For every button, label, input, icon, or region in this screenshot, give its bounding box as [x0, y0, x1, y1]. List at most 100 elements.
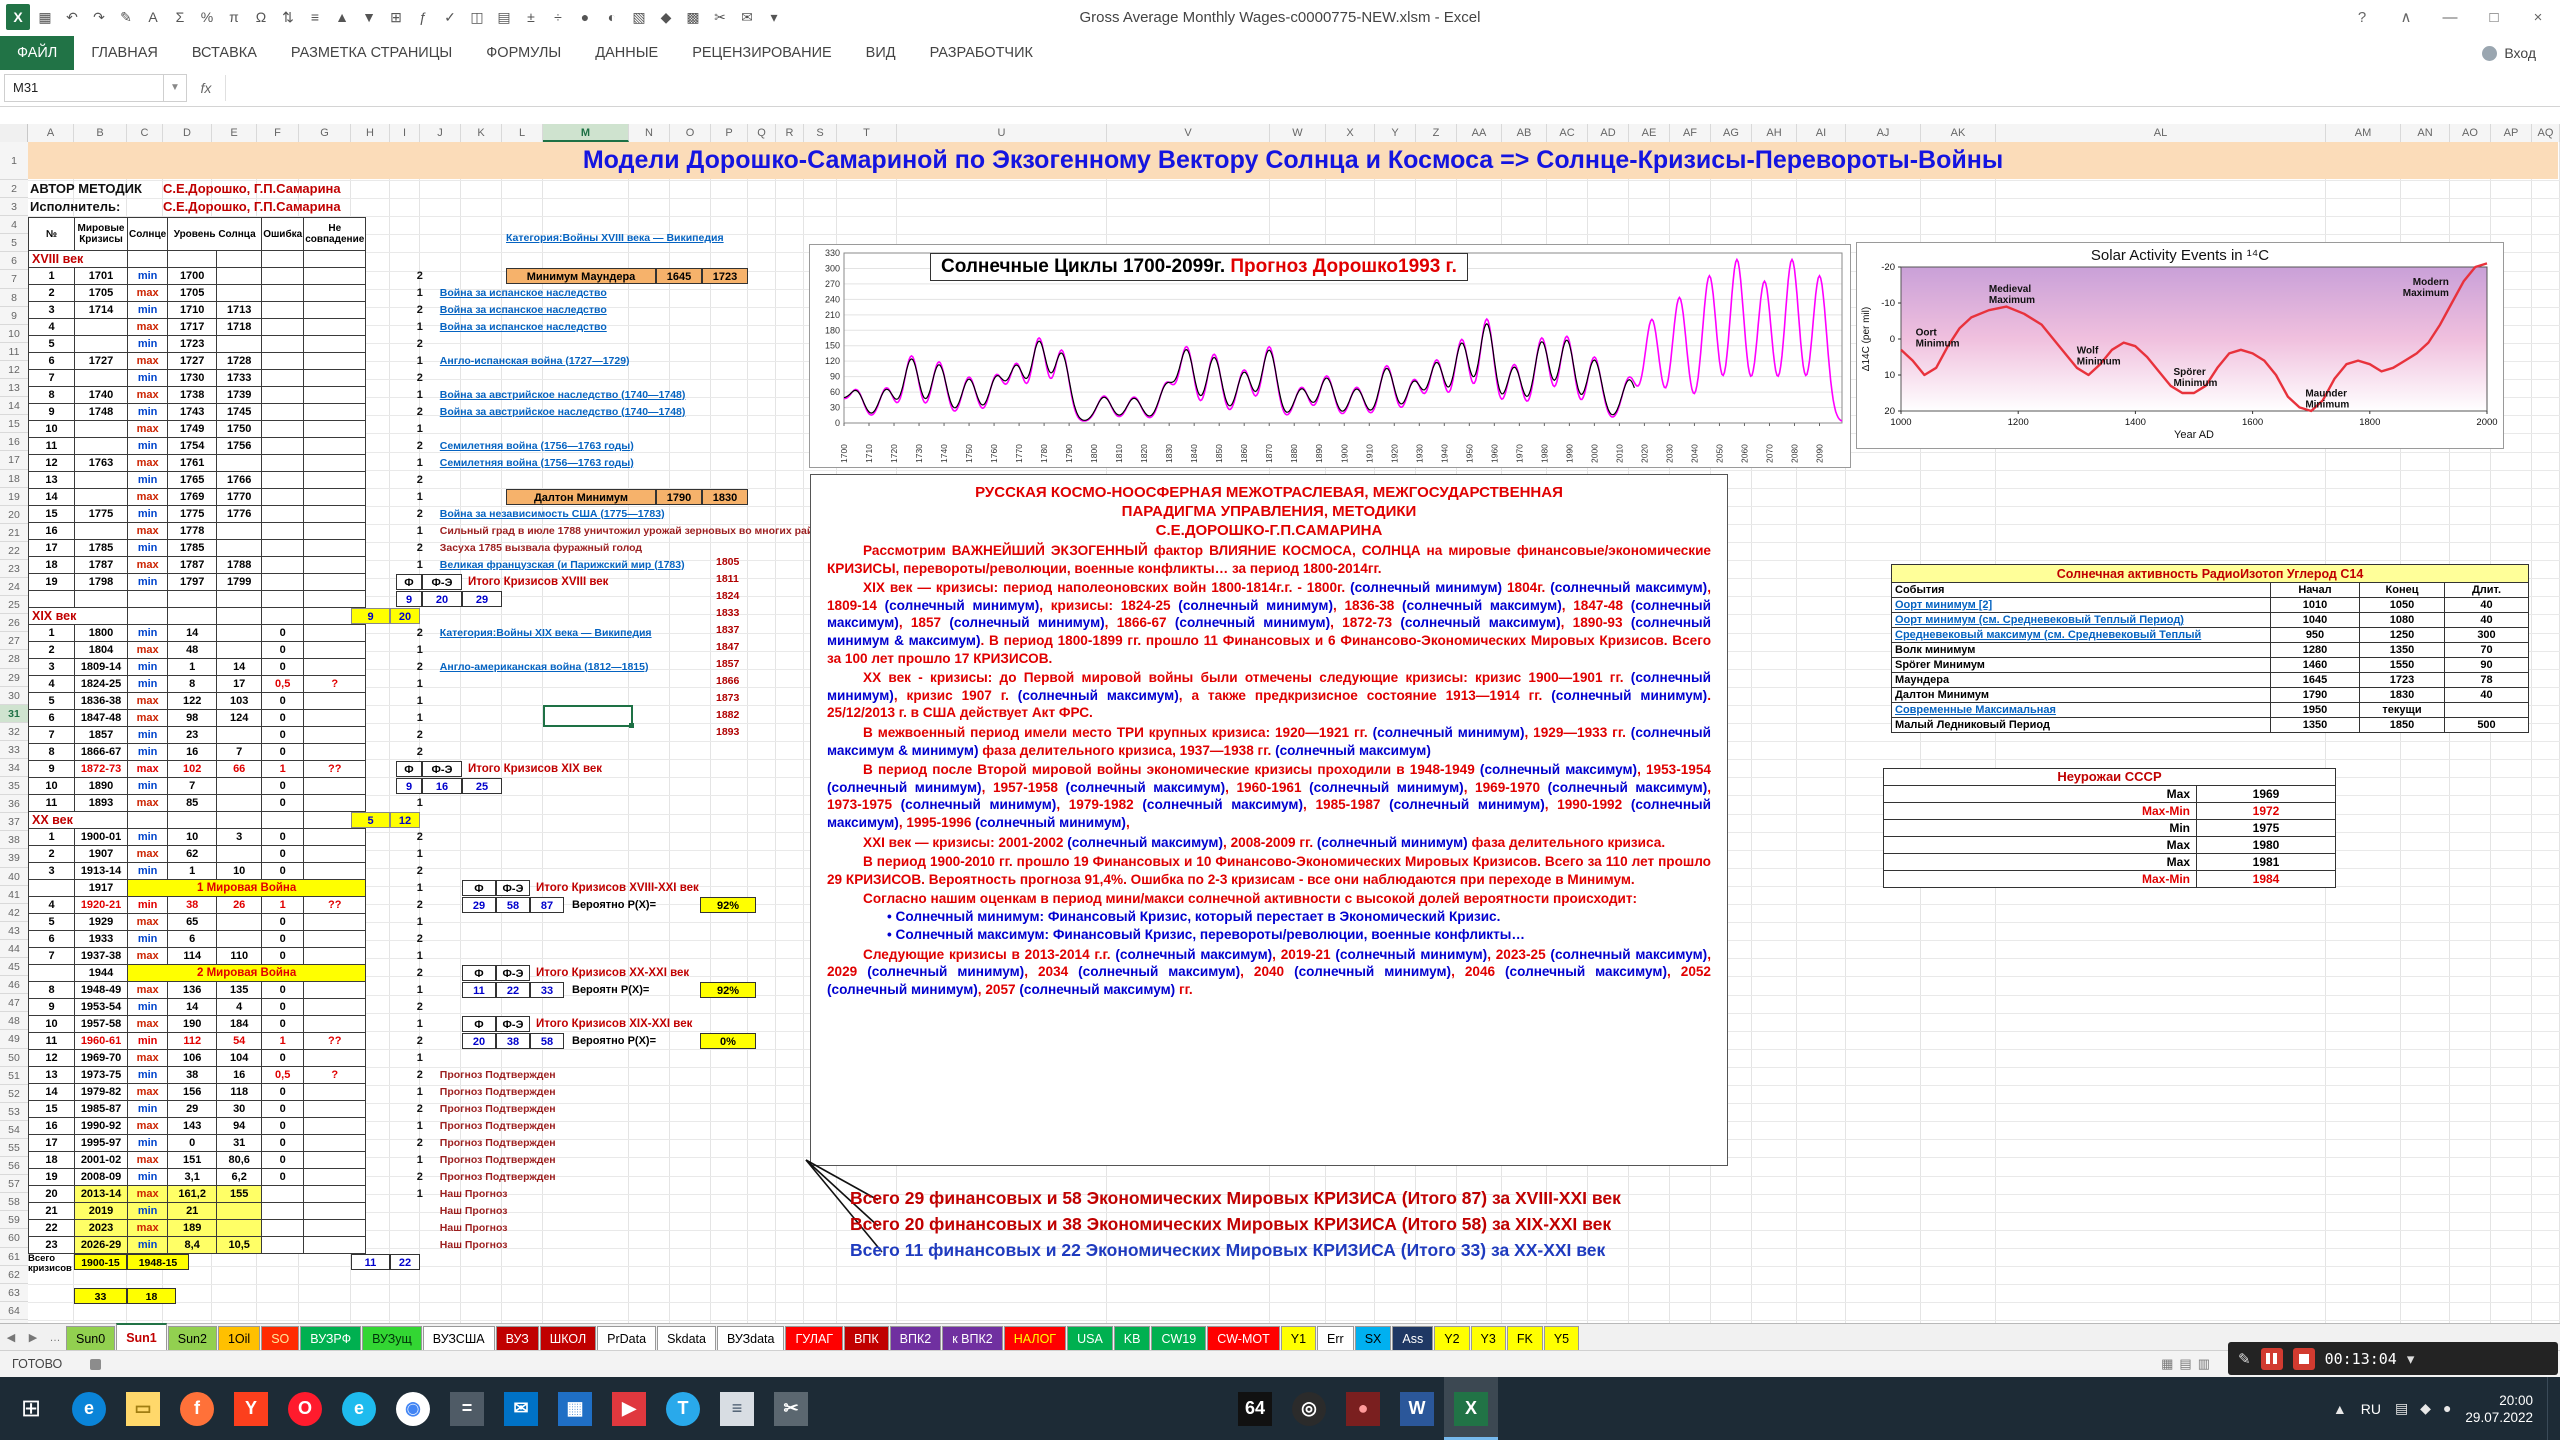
cell-level1[interactable]: 1775 [168, 506, 217, 523]
cell-level2[interactable]: 184 [217, 1016, 262, 1033]
column-header-AA[interactable]: AA [1457, 124, 1502, 142]
cell-level2[interactable] [217, 336, 262, 353]
cell-mismatch[interactable] [304, 982, 366, 999]
cell[interactable] [405, 251, 435, 268]
cell-sun[interactable]: max [128, 523, 168, 540]
cell[interactable] [366, 1237, 405, 1254]
cell-level1[interactable]: 0 [168, 1135, 217, 1152]
cell-n[interactable]: 15 [29, 506, 75, 523]
cell-sun[interactable]: min [128, 778, 168, 795]
cell-sun[interactable]: max [128, 693, 168, 710]
cell-mismatch[interactable]: ?? [304, 1033, 366, 1050]
row-header-29[interactable]: 29 [0, 669, 28, 687]
cell-flag[interactable]: 2 [405, 438, 435, 455]
cell-flag[interactable]: 2 [405, 370, 435, 387]
view-mode-icons[interactable]: ▦▤▥ [2161, 1356, 2210, 1372]
cell-level1[interactable]: 106 [168, 1050, 217, 1067]
cell-sun[interactable]: max [128, 353, 168, 370]
cell-sun[interactable]: max [128, 846, 168, 863]
row-header-58[interactable]: 58 [0, 1193, 28, 1211]
cell-note[interactable]: Засуха 1785 вызвала фуражный голод [435, 540, 839, 557]
cell-n[interactable]: 4 [29, 676, 75, 693]
cell-year[interactable]: 1866-67 [75, 744, 128, 761]
cell-year[interactable]: 1933 [75, 931, 128, 948]
cell[interactable] [262, 591, 304, 608]
cell-mismatch[interactable] [304, 574, 366, 591]
cell[interactable] [366, 523, 405, 540]
cell-sun[interactable]: max [128, 914, 168, 931]
column-header-Q[interactable]: Q [748, 124, 776, 142]
c14-event[interactable]: Средневековый максимум (см. Средневековы… [1892, 628, 2271, 643]
taskbar-icon-folder[interactable]: ▭ [116, 1377, 170, 1440]
row-header-34[interactable]: 34 [0, 759, 28, 777]
cell-mismatch[interactable] [304, 1118, 366, 1135]
cell[interactable] [366, 1033, 405, 1050]
cell-level2[interactable]: 155 [217, 1186, 262, 1203]
cell-n[interactable]: 9 [29, 761, 75, 778]
macro-record-icon[interactable] [90, 1359, 101, 1370]
column-header-G[interactable]: G [299, 124, 351, 142]
cell-level1[interactable]: 189 [168, 1220, 217, 1237]
row-header-59[interactable]: 59 [0, 1211, 28, 1229]
cell-note[interactable] [435, 863, 839, 880]
cell-level2[interactable]: 1788 [217, 557, 262, 574]
cell[interactable] [366, 472, 405, 489]
cell[interactable] [366, 1118, 405, 1135]
cell-flag[interactable]: 2 [405, 506, 435, 523]
cell-level1[interactable]: 114 [168, 948, 217, 965]
row-header-50[interactable]: 50 [0, 1049, 28, 1067]
sheet-tab-Sun2[interactable]: Sun2 [168, 1326, 217, 1351]
cell-year[interactable] [75, 523, 128, 540]
cell-mismatch[interactable] [304, 1101, 366, 1118]
taskbar-icon-telegram[interactable]: T [656, 1377, 710, 1440]
cell-note[interactable] [435, 795, 839, 812]
column-header-U[interactable]: U [897, 124, 1107, 142]
cell-level1[interactable]: 1787 [168, 557, 217, 574]
cell[interactable] [366, 1169, 405, 1186]
row-header-47[interactable]: 47 [0, 994, 28, 1012]
cell-error[interactable]: 0 [262, 693, 304, 710]
cell[interactable] [75, 591, 128, 608]
cell-level2[interactable]: 1728 [217, 353, 262, 370]
c14-event[interactable]: Оорт минимум (см. Средневековый Теплый П… [1892, 613, 2271, 628]
cell-year[interactable]: 1907 [75, 846, 128, 863]
cell[interactable] [366, 1016, 405, 1033]
cell[interactable] [366, 404, 405, 421]
cell-level1[interactable]: 1705 [168, 285, 217, 302]
row-header-30[interactable]: 30 [0, 687, 28, 705]
cell[interactable] [128, 251, 168, 268]
cell-n[interactable]: 11 [29, 438, 75, 455]
cell-year[interactable]: 1995-97 [75, 1135, 128, 1152]
cell[interactable] [366, 642, 405, 659]
cell-year[interactable]: 1990-92 [75, 1118, 128, 1135]
cell-n[interactable]: 16 [29, 523, 75, 540]
taskbar-icon-word[interactable]: W [1390, 1377, 1444, 1440]
cell-level1[interactable]: 1797 [168, 574, 217, 591]
section-header[interactable]: XVIII век [29, 251, 128, 268]
cell-level1[interactable]: 38 [168, 897, 217, 914]
row-header-17[interactable]: 17 [0, 451, 28, 469]
cell-flag[interactable]: 2 [405, 1169, 435, 1186]
cell[interactable] [366, 251, 405, 268]
cell-sun[interactable]: max [128, 455, 168, 472]
cell-level2[interactable] [217, 540, 262, 557]
cell-mismatch[interactable] [304, 489, 366, 506]
taskbar-icon-firefox[interactable]: f [170, 1377, 224, 1440]
cell-level2[interactable]: 26 [217, 897, 262, 914]
row-header-24[interactable]: 24 [0, 578, 28, 596]
cell-flag[interactable]: 1 [405, 1118, 435, 1135]
sheet-tab-ВУЗdata[interactable]: ВУЗdata [717, 1326, 784, 1351]
cell-n[interactable]: 7 [29, 370, 75, 387]
help-icon[interactable]: ? [2340, 0, 2384, 36]
cell-n[interactable]: 9 [29, 999, 75, 1016]
cell-year[interactable]: 2023 [75, 1220, 128, 1237]
cell[interactable] [304, 251, 366, 268]
cell-level1[interactable]: 1765 [168, 472, 217, 489]
taskbar-icon-yandex[interactable]: Y [224, 1377, 278, 1440]
cell-error[interactable] [262, 336, 304, 353]
column-header-AC[interactable]: AC [1547, 124, 1588, 142]
column-header-R[interactable]: R [776, 124, 804, 142]
cell-flag[interactable]: 1 [405, 1186, 435, 1203]
cell-level2[interactable]: 1766 [217, 472, 262, 489]
cell-error[interactable]: 0 [262, 1169, 304, 1186]
